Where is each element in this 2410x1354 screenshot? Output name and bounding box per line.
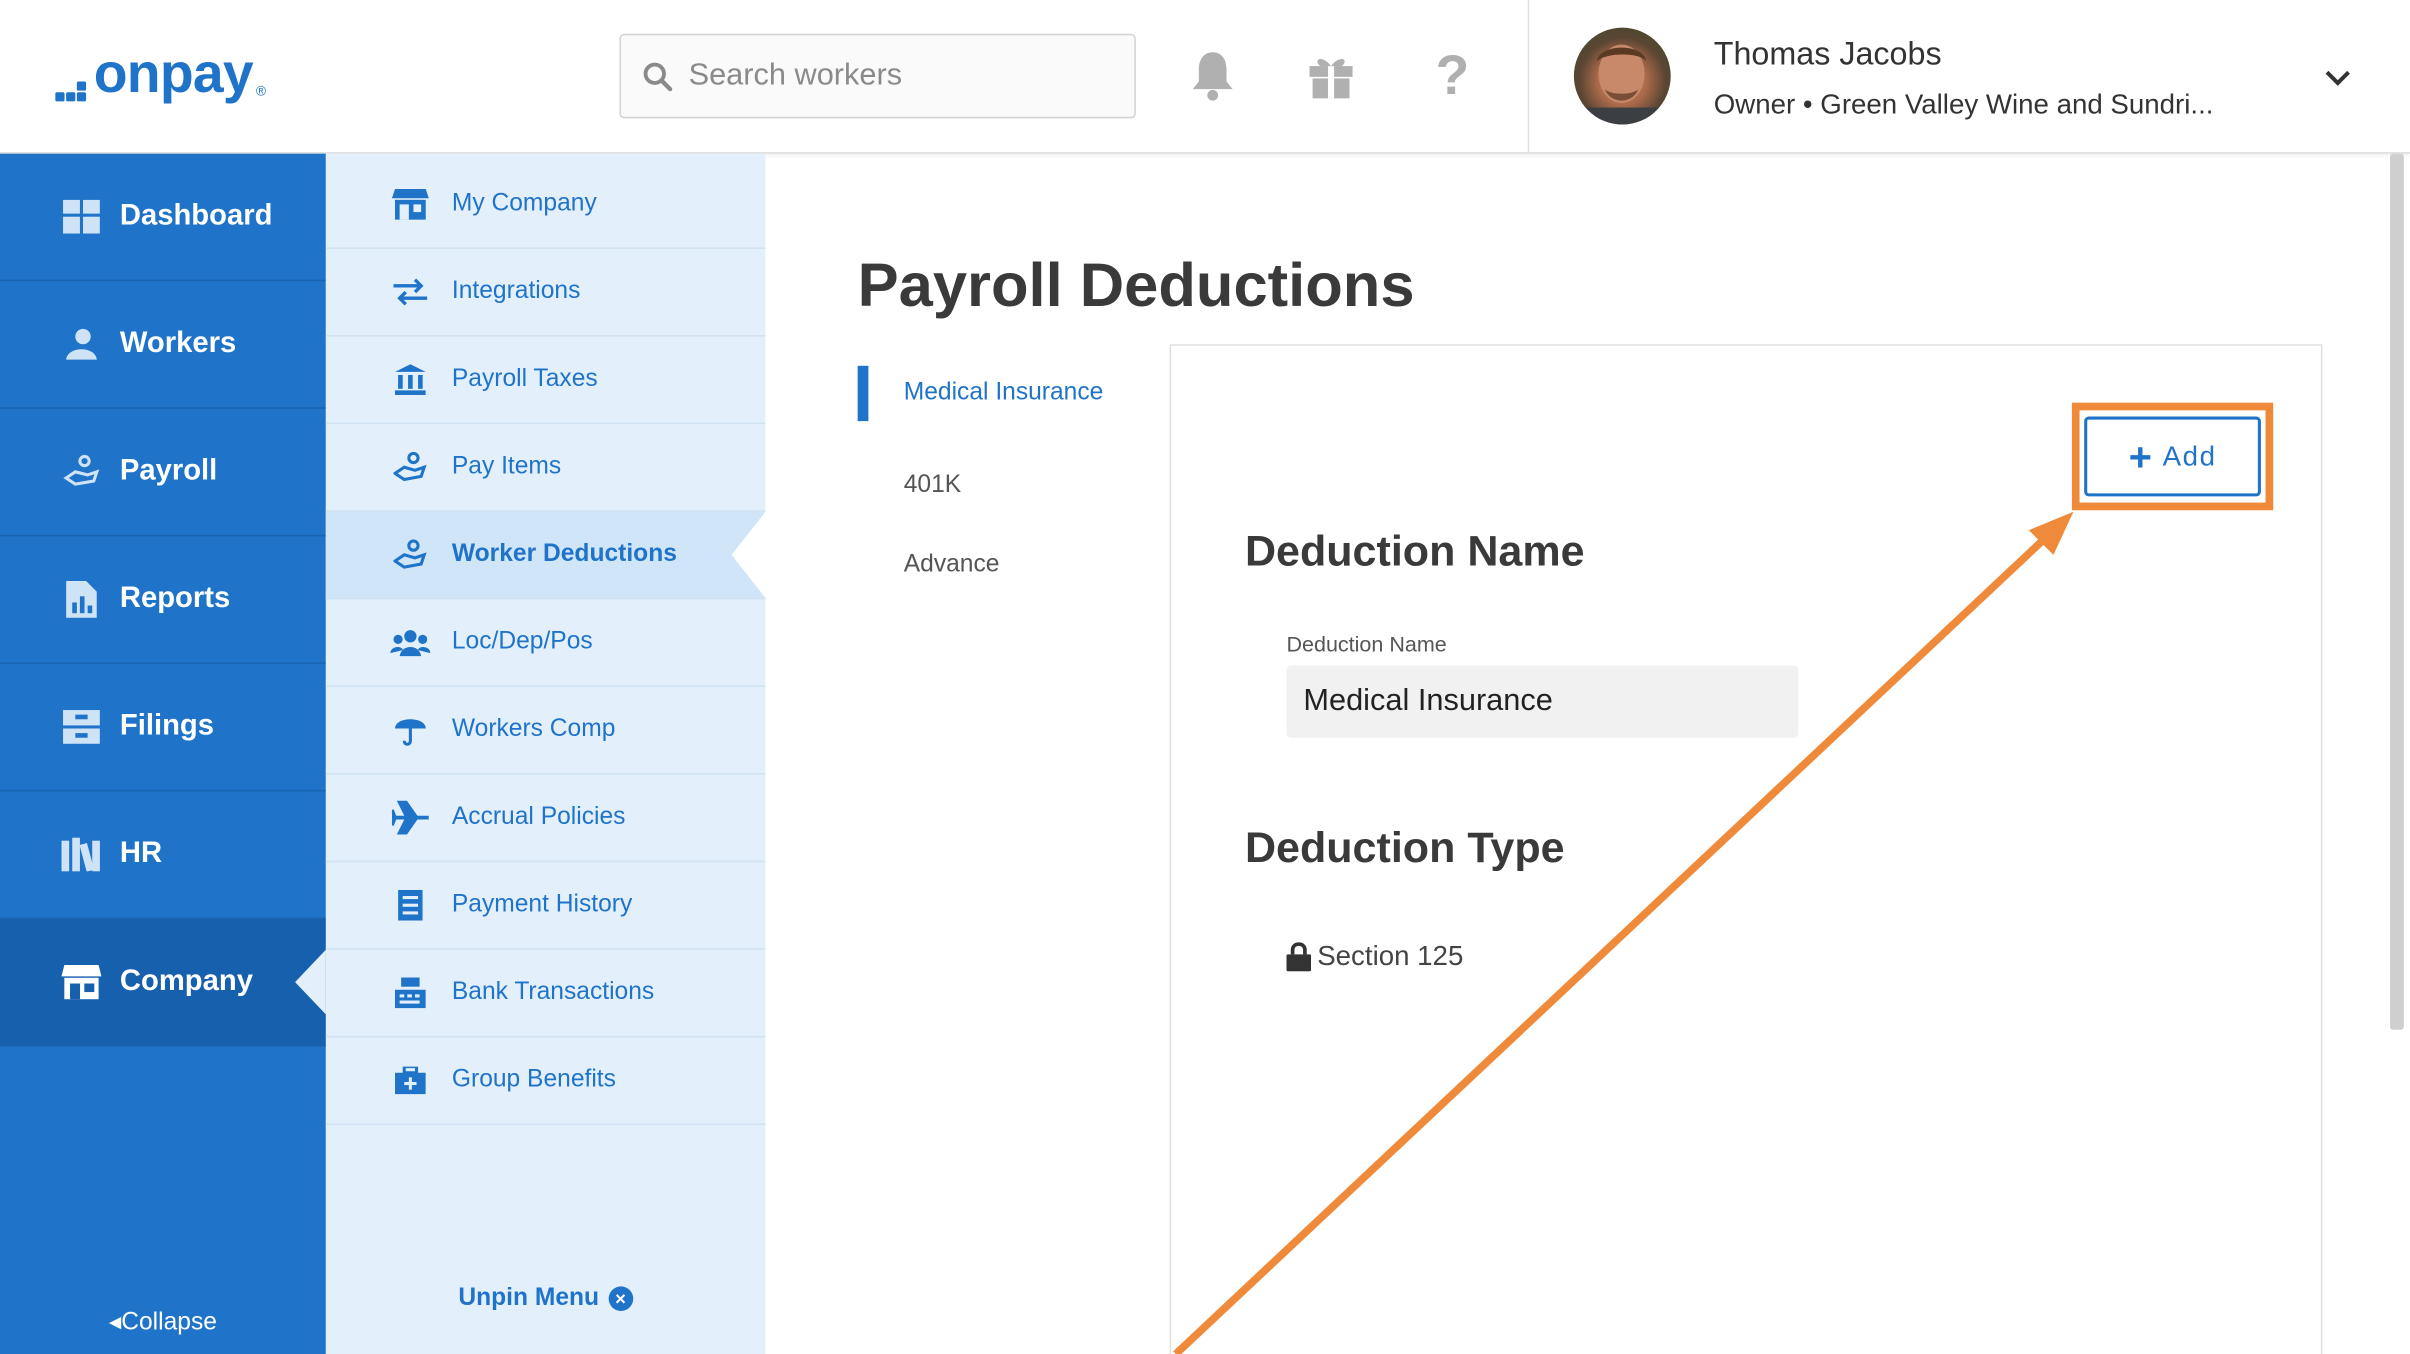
submenu-item-payroll-taxes[interactable]: Payroll Taxes (325, 337, 766, 425)
bell-icon[interactable] (1187, 46, 1239, 104)
submenu-item-label: Group Benefits (451, 1066, 616, 1093)
sidebar-item-label: Workers (119, 327, 237, 360)
submenu-item-label: Workers Comp (451, 716, 616, 743)
app-window: onpay ® ? Thomas Jacobs Owner • Green Va… (0, 0, 2410, 1354)
sidebar-item-dashboard[interactable]: Dashboard (0, 154, 326, 282)
deduction-type-value: Section 125 (1286, 941, 1463, 973)
submenu-item-accrual-policies[interactable]: Accrual Policies (325, 775, 766, 863)
logo-text: onpay (93, 41, 254, 105)
receipt-icon (390, 888, 430, 922)
sidebar-item-label: HR (119, 837, 163, 870)
sidebar-item-workers[interactable]: Workers (0, 281, 326, 409)
hr-icon (61, 835, 101, 875)
hand-coin-icon (390, 450, 430, 484)
user-name[interactable]: Thomas Jacobs (1714, 37, 1942, 74)
logo-registered-mark: ® (255, 82, 267, 99)
gift-icon[interactable] (1305, 46, 1357, 104)
add-deduction-button[interactable]: + Add (2084, 416, 2261, 497)
submenu-item-workers-comp[interactable]: Workers Comp (325, 687, 766, 775)
close-circle-icon: × (608, 1286, 633, 1311)
deduction-tabs: Medical Insurance 401K Advance (857, 365, 1104, 606)
medkit-icon (390, 1064, 430, 1098)
sidebar-item-hr[interactable]: HR (0, 792, 326, 920)
lock-icon (1286, 942, 1312, 972)
sidebar-item-company[interactable]: Company (0, 919, 326, 1047)
scrollbar[interactable] (2390, 153, 2404, 1030)
collapse-button[interactable]: ◂Collapse (0, 1306, 326, 1337)
umbrella-icon (390, 713, 430, 747)
sidebar-item-label: Dashboard (119, 199, 273, 233)
sidebar-item-label: Payroll (119, 454, 218, 488)
plus-icon: + (2128, 433, 2154, 480)
deduction-name-heading: Deduction Name (1244, 527, 1585, 575)
unpin-menu-button[interactable]: Unpin Menu × (326, 1285, 766, 1313)
reports-icon (61, 579, 101, 619)
sidebar-item-filings[interactable]: Filings (0, 664, 326, 792)
register-icon (390, 976, 430, 1010)
deduction-name-label: Deduction Name (1286, 631, 1447, 657)
submenu-item-loc-dep-pos[interactable]: Loc/Dep/Pos (325, 599, 766, 687)
onpay-logo[interactable]: onpay ® (55, 41, 267, 105)
company-icon (61, 962, 102, 1002)
collapse-label: Collapse (121, 1309, 217, 1336)
help-icon[interactable]: ? (1426, 46, 1478, 104)
submenu-item-label: Payment History (451, 891, 633, 918)
unpin-menu-label: Unpin Menu (458, 1284, 600, 1311)
hand-coin-icon (390, 538, 430, 572)
submenu-item-label: Bank Transactions (451, 979, 655, 1006)
arrows-icon (390, 275, 430, 309)
user-avatar[interactable] (1573, 27, 1671, 125)
submenu-item-bank-transactions[interactable]: Bank Transactions (325, 950, 766, 1038)
help-symbol: ? (1435, 43, 1470, 107)
tab-medical-insurance[interactable]: Medical Insurance (857, 365, 1103, 422)
top-header: onpay ® ? Thomas Jacobs Owner • Green Va… (0, 0, 2410, 154)
submenu-item-label: Loc/Dep/Pos (451, 628, 593, 655)
bank-icon (390, 363, 430, 397)
sidebar-item-label: Filings (119, 710, 215, 743)
store-icon (390, 188, 430, 222)
deduction-type-heading: Deduction Type (1244, 823, 1565, 872)
workers-icon (61, 324, 101, 364)
main-sidebar: Dashboard Workers Payroll Reports Filing… (0, 153, 326, 1354)
submenu-item-group-benefits[interactable]: Group Benefits (325, 1037, 766, 1126)
tab-401k[interactable]: 401K (858, 446, 1104, 526)
plane-icon (390, 800, 430, 835)
search-icon (643, 61, 673, 91)
submenu-item-my-company[interactable]: My Company (325, 161, 766, 249)
sidebar-item-label: Company (119, 965, 253, 998)
sidebar-item-label: Reports (119, 582, 231, 615)
header-divider (1527, 0, 1530, 154)
filings-icon (61, 707, 101, 747)
deduction-type-text: Section 125 (1317, 940, 1464, 972)
submenu-item-pay-items[interactable]: Pay Items (325, 424, 766, 512)
company-submenu: My Company Integrations Payroll Taxes Pa… (325, 153, 766, 1354)
submenu-item-label: Payroll Taxes (451, 365, 598, 392)
logo-mark-icon (55, 71, 89, 102)
submenu-item-label: Accrual Policies (451, 803, 626, 830)
submenu-item-worker-deductions[interactable]: Worker Deductions (325, 511, 766, 600)
sidebar-item-payroll[interactable]: Payroll (0, 409, 326, 537)
sidebar-item-reports[interactable]: Reports (0, 536, 326, 664)
submenu-item-label: My Company (451, 190, 597, 217)
chevron-down-icon[interactable] (2321, 61, 2355, 95)
dashboard-icon (61, 197, 101, 237)
payroll-icon (61, 452, 101, 492)
users-icon (390, 626, 431, 660)
add-button-label: Add (2162, 440, 2217, 472)
caret-left-icon: ◂ (108, 1309, 122, 1336)
tab-advance[interactable]: Advance (858, 526, 1104, 606)
submenu-item-integrations[interactable]: Integrations (325, 249, 766, 337)
page-title: Payroll Deductions (857, 252, 1415, 320)
submenu-item-label: Worker Deductions (451, 540, 677, 568)
search-box[interactable] (619, 33, 1136, 119)
search-input[interactable] (688, 58, 1119, 94)
submenu-item-payment-history[interactable]: Payment History (325, 862, 766, 950)
deduction-name-field[interactable] (1286, 665, 1799, 738)
user-role[interactable]: Owner • Green Valley Wine and Sundri... (1714, 89, 2214, 121)
submenu-item-label: Pay Items (451, 453, 562, 480)
submenu-item-label: Integrations (451, 278, 581, 305)
